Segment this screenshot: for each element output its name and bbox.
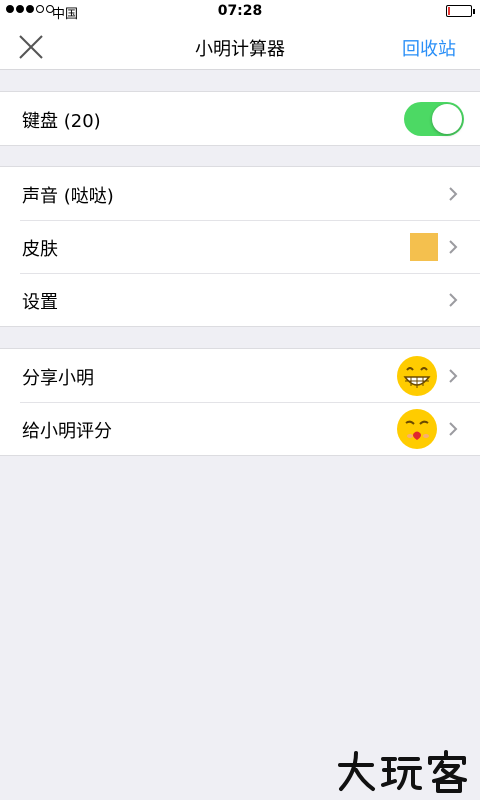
keyboard-label: 键盘 (20) — [22, 111, 101, 132]
kiss-emoji-icon — [397, 409, 437, 449]
grin-emoji-icon — [397, 356, 437, 396]
status-bar: 中国 07:28 — [0, 0, 480, 24]
chevron-right-icon — [449, 187, 458, 201]
keyboard-toggle[interactable] — [404, 102, 464, 136]
skin-label: 皮肤 — [22, 239, 58, 260]
skin-color-swatch — [410, 233, 438, 261]
sound-label: 声音 (哒哒) — [22, 186, 114, 207]
preferences-group: 声音 (哒哒) 皮肤 设置 — [0, 166, 480, 327]
watermark-logo — [338, 750, 467, 793]
settings-row[interactable]: 设置 — [0, 273, 480, 326]
nav-bar: 小明计算器 回收站 — [0, 24, 480, 70]
toggle-knob — [432, 104, 462, 134]
chevron-right-icon — [449, 422, 458, 436]
keyboard-group: 键盘 (20) — [0, 91, 480, 146]
sound-row[interactable]: 声音 (哒哒) — [0, 167, 480, 220]
settings-label: 设置 — [22, 292, 58, 313]
keyboard-row: 键盘 (20) — [0, 92, 480, 145]
battery-icon — [446, 5, 475, 17]
social-group: 分享小明 给小明评分 — [0, 348, 480, 456]
chevron-right-icon — [449, 369, 458, 383]
share-row[interactable]: 分享小明 — [0, 349, 480, 402]
status-time: 07:28 — [217, 3, 263, 19]
chevron-right-icon — [449, 240, 458, 254]
rate-row[interactable]: 给小明评分 — [0, 402, 480, 455]
chevron-right-icon — [449, 293, 458, 307]
skin-row[interactable]: 皮肤 — [0, 220, 480, 273]
share-label: 分享小明 — [22, 368, 94, 389]
rate-label: 给小明评分 — [22, 421, 112, 442]
recycle-bin-button[interactable]: 回收站 — [402, 35, 456, 61]
